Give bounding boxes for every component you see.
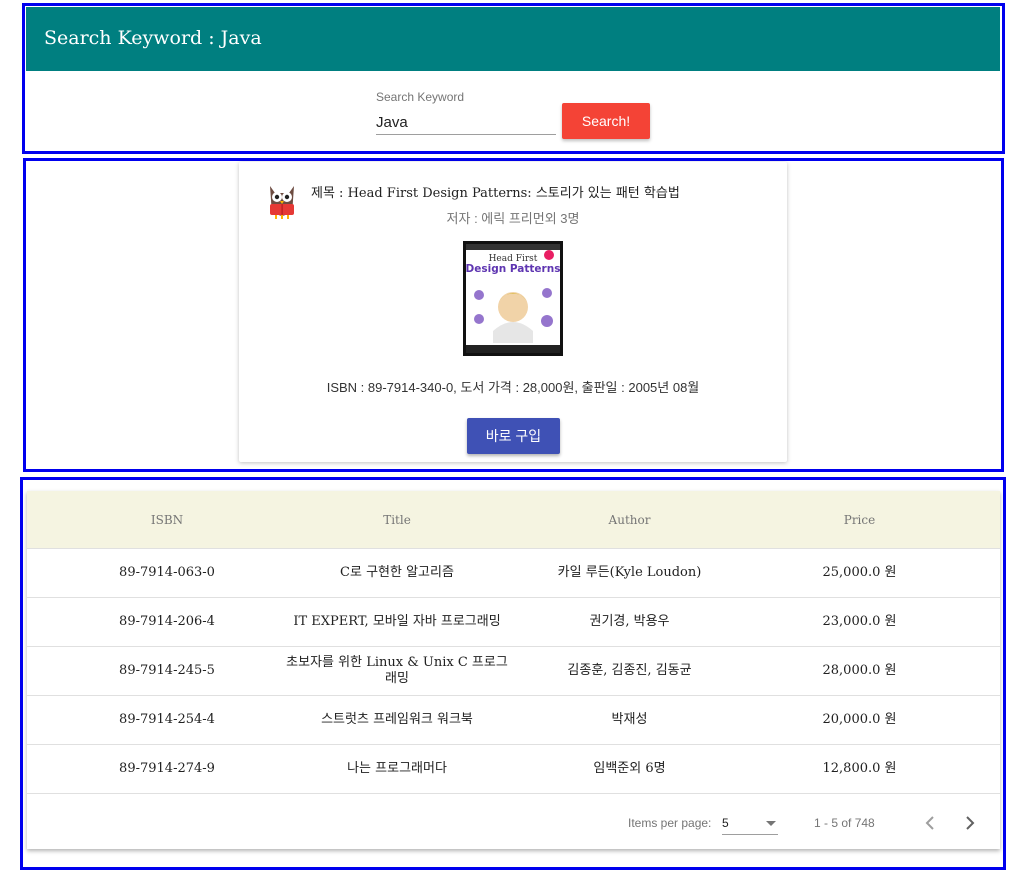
items-per-page-label: Items per page:: [628, 816, 712, 830]
page-range-label: 1 - 5 of 748: [814, 816, 875, 830]
cell-price: 23,000.0 원: [822, 614, 897, 629]
cell-isbn: 89-7914-206-4: [119, 614, 215, 629]
table-row[interactable]: 89-7914-274-9 나는 프로그래머다 임백준외 6명 12,800.0…: [27, 745, 1000, 794]
cell-title: IT EXPERT, 모바일 자바 프로그래밍: [293, 614, 501, 629]
book-author: 저자 : 에릭 프리먼외 3명: [446, 211, 580, 226]
cell-title: 초보자를 위한 Linux & Unix C 프로그래밍: [286, 655, 508, 686]
cell-author: 카일 루든(Kyle Loudon): [557, 565, 702, 580]
book-card: 제목 : Head First Design Patterns: 스토리가 있는…: [239, 162, 787, 462]
book-table: ISBN Title Author Price 89-7914-063-0 C로…: [27, 491, 1000, 849]
cell-price: 20,000.0 원: [822, 712, 897, 727]
column-header-title: Title: [383, 512, 411, 527]
next-page-button[interactable]: [955, 808, 985, 838]
search-form-field: Search Keyword: [376, 90, 556, 136]
column-header-price: Price: [843, 512, 876, 527]
cell-isbn: 89-7914-245-5: [119, 663, 215, 678]
cell-isbn: 89-7914-063-0: [119, 565, 215, 580]
cell-author: 권기경, 박용우: [589, 614, 670, 629]
page-size-select[interactable]: 5: [722, 812, 778, 835]
cell-isbn: 89-7914-274-9: [119, 761, 215, 776]
cell-price: 12,800.0 원: [822, 761, 897, 776]
dropdown-arrow-icon: [766, 821, 776, 826]
search-input[interactable]: [376, 110, 556, 135]
page-title: Search Keyword : Java: [44, 27, 262, 49]
column-header-isbn: ISBN: [150, 512, 184, 527]
cell-author: 임백준외 6명: [593, 761, 666, 776]
table-header-row: ISBN Title Author Price: [27, 491, 1000, 549]
column-header-author: Author: [608, 512, 651, 527]
search-button[interactable]: Search!: [562, 103, 650, 139]
cell-isbn: 89-7914-254-4: [119, 712, 215, 727]
page-size-value: 5: [722, 816, 729, 830]
chevron-right-icon: [966, 816, 975, 830]
chevron-left-icon: [925, 816, 934, 830]
cell-title: C로 구현한 알고리즘: [340, 565, 454, 580]
cell-author: 박재성: [611, 712, 648, 727]
cell-title: 스트럿츠 프레임워크 워크북: [321, 712, 473, 727]
table-row[interactable]: 89-7914-254-4 스트럿츠 프레임워크 워크북 박재성 20,000.…: [27, 696, 1000, 745]
book-cover-image: Head First Design Patterns: [463, 241, 563, 356]
toolbar: Search Keyword : Java: [26, 7, 1000, 71]
cell-price: 25,000.0 원: [822, 565, 897, 580]
table-row[interactable]: 89-7914-063-0 C로 구현한 알고리즘 카일 루든(Kyle Lou…: [27, 549, 1000, 598]
search-label: Search Keyword: [376, 90, 465, 104]
cell-author: 김종훈, 김종진, 김동균: [567, 663, 692, 678]
cover-title-line2: Design Patterns: [466, 263, 561, 275]
cell-price: 28,000.0 원: [822, 663, 897, 678]
table-row[interactable]: 89-7914-206-4 IT EXPERT, 모바일 자바 프로그래밍 권기…: [27, 598, 1000, 647]
paginator: Items per page: 5 1 - 5 of 748: [27, 794, 1000, 849]
book-title: 제목 : Head First Design Patterns: 스토리가 있는…: [311, 186, 680, 201]
buy-now-button[interactable]: 바로 구입: [467, 418, 560, 454]
book-info: ISBN : 89-7914-340-0, 도서 가격 : 28,000원, 출…: [326, 380, 700, 395]
table-row[interactable]: 89-7914-245-5 초보자를 위한 Linux & Unix C 프로그…: [27, 647, 1000, 696]
cell-title: 나는 프로그래머다: [347, 761, 447, 776]
previous-page-button[interactable]: [915, 808, 945, 838]
